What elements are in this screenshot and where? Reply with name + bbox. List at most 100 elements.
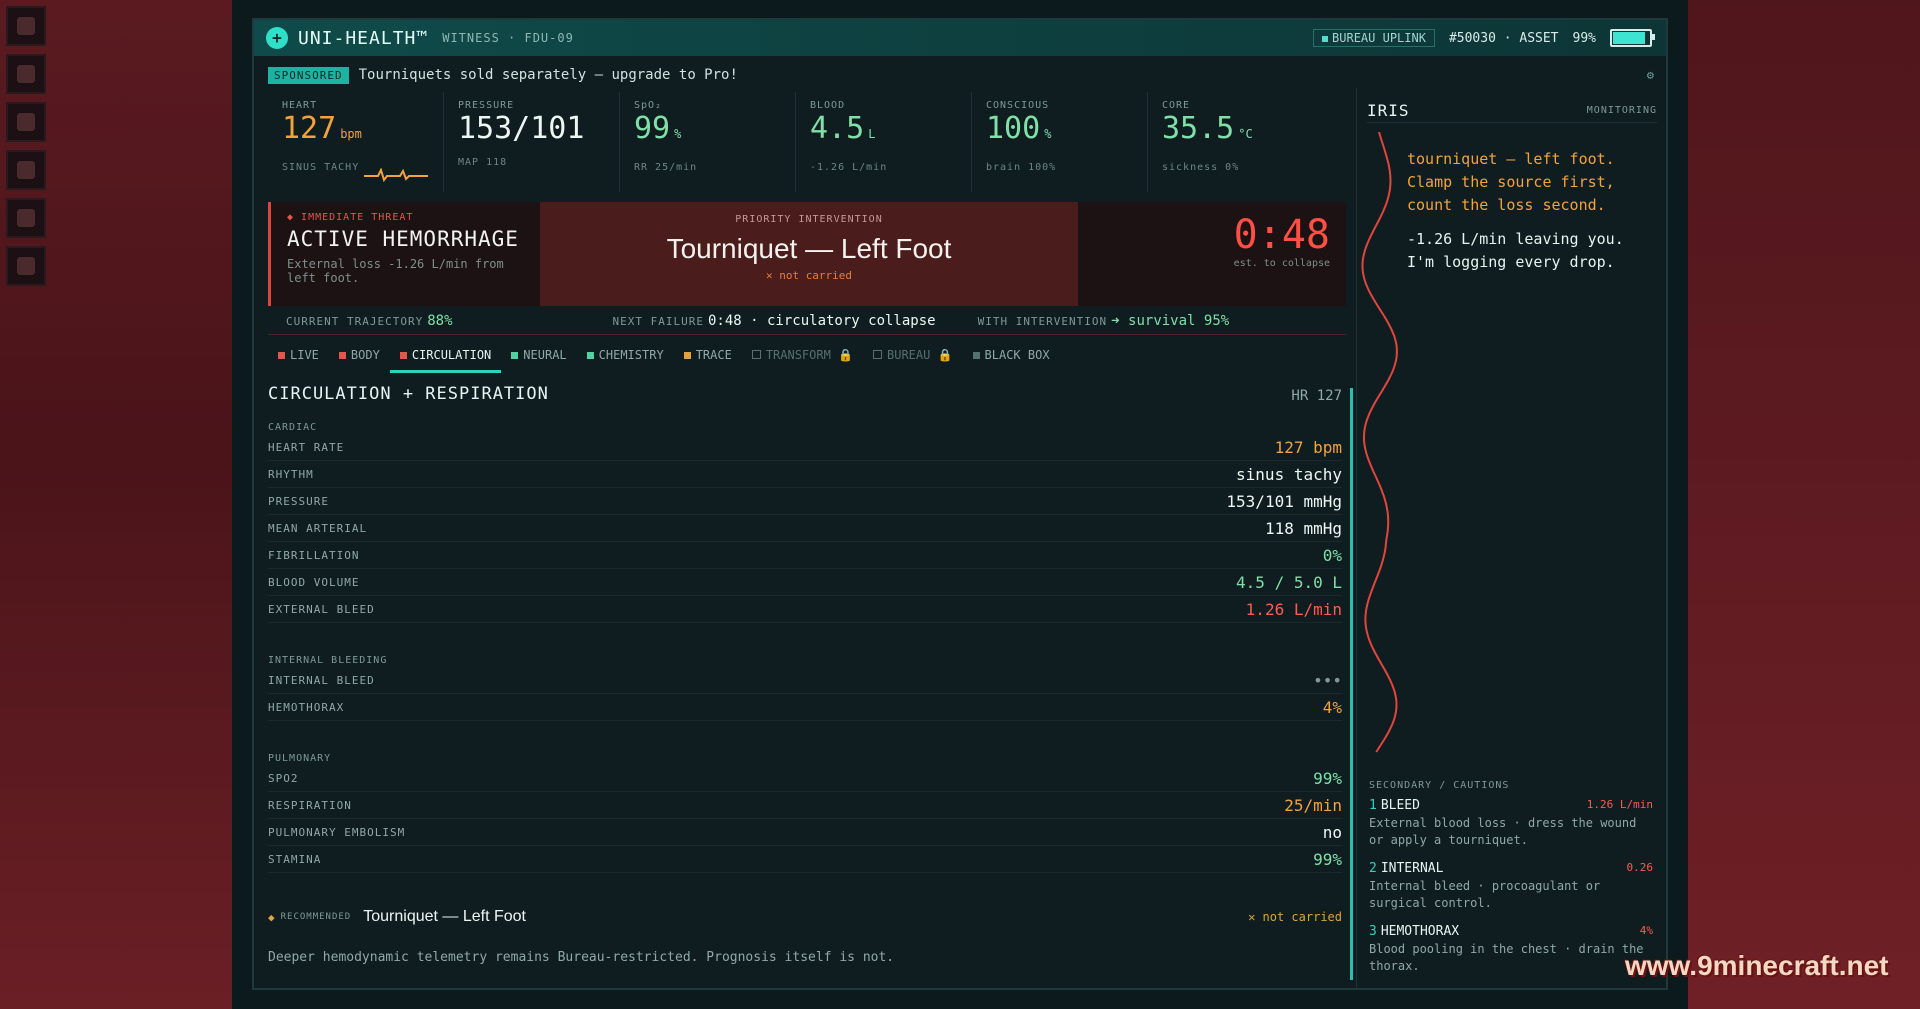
- hotbar-slot[interactable]: [6, 198, 46, 238]
- caution-item[interactable]: 3 HEMOTHORAX 4% Blood pooling in the chest …: [1369, 924, 1653, 975]
- tab-status-icon: [683, 352, 691, 359]
- recommended-status: ✕ not carried: [1248, 910, 1342, 924]
- panel-scrollbar[interactable]: [1350, 388, 1353, 980]
- current-trajectory: CURRENT TRAJECTORY 88%: [286, 313, 453, 329]
- vital-core[interactable]: CORE 35.5 °C sickness 0%: [1148, 92, 1324, 192]
- sponsored-tag: SPONSORED: [268, 66, 349, 84]
- tab-chemistry[interactable]: CHEMISTRY: [577, 344, 674, 370]
- metric-row: STAMINA 99%: [268, 846, 1342, 873]
- tab-live[interactable]: LIVE: [268, 344, 329, 370]
- diamond-icon: ◆: [268, 910, 275, 924]
- metric-value: 99%: [1313, 849, 1342, 869]
- circulation-panel: CIRCULATION + RESPIRATION HR 127 CARDIAC…: [268, 376, 1342, 976]
- threat-panel: IMMEDIATE THREAT ACTIVE HEMORRHAGE Exter…: [268, 202, 1346, 306]
- iris-message: -1.26 L/min leaving you. I'm logging eve…: [1407, 230, 1624, 271]
- metric-label: RHYTHM: [268, 467, 314, 481]
- restriction-note: Deeper hemodynamic telemetry remains Bur…: [268, 950, 895, 965]
- tab-body[interactable]: BODY: [329, 344, 390, 370]
- caution-item[interactable]: 2 INTERNAL 0.26 Internal bleed · procoagula…: [1369, 861, 1653, 912]
- tab-bureau[interactable]: BUREAU 🔒: [863, 344, 963, 370]
- waveform-line: [1361, 132, 1398, 753]
- ecg-trace-icon: [364, 168, 428, 182]
- metric-label: PULMONARY EMBOLISM: [268, 825, 406, 839]
- caution-description: External blood loss · dress the wound or…: [1369, 816, 1637, 847]
- metric-value: 4.5 / 5.0 L: [1236, 572, 1342, 592]
- caution-title: BLEED: [1380, 798, 1420, 813]
- metric-label: HEART RATE: [268, 440, 345, 454]
- tab-label: CIRCULATION: [411, 348, 492, 362]
- metric-value: 0%: [1322, 545, 1342, 565]
- metric-value: 25/min: [1284, 795, 1342, 815]
- vital-sub: brain 100%: [986, 162, 1057, 173]
- caution-value: 1.26 L/min: [1586, 798, 1653, 811]
- tab-bar: LIVE BODY CIRCULATION NEURAL CHEMISTRY TRACE T…: [268, 344, 1346, 373]
- threat-title: ACTIVE HEMORRHAGE: [287, 227, 519, 251]
- tab-trace[interactable]: TRACE: [674, 344, 742, 370]
- tab-status-icon: [972, 352, 980, 359]
- metric-value: 4%: [1322, 697, 1342, 717]
- health-cross-icon: +: [266, 27, 288, 49]
- metric-value: no: [1322, 822, 1342, 842]
- asset-id: #50030 · ASSET: [1448, 30, 1559, 46]
- recommended-action[interactable]: ◆ RECOMMENDED Tourniquet — Left Foot ✕ n…: [268, 904, 1342, 930]
- tab-label: TRACE: [695, 348, 732, 362]
- countdown-caption: est. to collapse: [1233, 258, 1330, 269]
- bureau-uplink-badge[interactable]: BUREAU UPLINK: [1313, 29, 1435, 47]
- vital-conscious[interactable]: CONSCIOUS 100% brain 100%: [972, 92, 1148, 192]
- vital-value: 99%: [634, 111, 682, 146]
- metric-row: EXTERNAL BLEED 1.26 L/min: [268, 596, 1342, 623]
- vital-value: 127 bpm: [282, 111, 362, 146]
- caution-title: HEMOTHORAX: [1380, 924, 1460, 939]
- metric-label: EXTERNAL BLEED: [268, 602, 375, 616]
- vital-label: CORE: [1162, 100, 1191, 111]
- hotbar-slot[interactable]: [6, 246, 46, 286]
- metric-label: HEMOTHORAX: [268, 700, 345, 714]
- metric-row: INTERNAL BLEED •••: [268, 667, 1342, 694]
- battery-percent: 99%: [1572, 30, 1596, 46]
- hotbar-slot[interactable]: [6, 54, 46, 94]
- section-heading: PULMONARY: [268, 753, 332, 764]
- caution-item[interactable]: 1 BLEED 1.26 L/min External blood loss · dr…: [1369, 798, 1653, 849]
- vital-blood[interactable]: BLOOD 4.5 L -1.26 L/min: [796, 92, 972, 192]
- metric-label: INTERNAL BLEED: [268, 673, 375, 687]
- metric-row: HEMOTHORAX 4%: [268, 694, 1342, 721]
- hotbar-slot[interactable]: [6, 150, 46, 190]
- vital-label: PRESSURE: [458, 100, 515, 111]
- caution-number: 2: [1369, 861, 1377, 876]
- hotbar-slot[interactable]: [6, 102, 46, 142]
- collapse-countdown: 0:48: [1233, 212, 1330, 258]
- tab-transform[interactable]: TRANSFORM 🔒: [742, 344, 863, 370]
- tab-label: NEURAL: [523, 348, 567, 362]
- caution-value: 0.26: [1626, 861, 1654, 874]
- metric-label: RESPIRATION: [268, 798, 352, 812]
- tab-neural[interactable]: NEURAL: [501, 344, 576, 370]
- vitals-strip: HEART 127 bpm SINUS TACHY PRESSURE 153/10…: [268, 92, 1346, 192]
- tab-label: TRANSFORM 🔒: [765, 348, 853, 362]
- recommended-title: Tourniquet — Left Foot: [363, 908, 526, 925]
- vital-value: 100%: [986, 111, 1052, 146]
- caution-description: Internal bleed · procoagulant or surgica…: [1369, 879, 1601, 910]
- health-tablet: + UNI-HEALTH™ WITNESS · FDU-09 BUREAU UP…: [252, 18, 1668, 990]
- secondary-label: SECONDARY / CAUTIONS: [1369, 780, 1510, 791]
- tab-status-icon: [751, 350, 761, 359]
- vital-sub: RR 25/min: [634, 162, 698, 173]
- sponsored-banner[interactable]: SPONSORED Tourniquets sold separately — …: [268, 64, 1654, 86]
- iris-panel: IRIS MONITORING tourniquet — left foot. …: [1356, 88, 1667, 988]
- metric-row: SPO2 99%: [268, 765, 1342, 792]
- game-background-left: [0, 0, 232, 1009]
- vital-label: HEART: [282, 100, 318, 111]
- tab-circulation[interactable]: CIRCULATION: [389, 344, 502, 373]
- tab-status-icon: [278, 352, 285, 359]
- tab-black-box[interactable]: BLACK BOX: [963, 344, 1060, 370]
- metric-value: 127 bpm: [1274, 437, 1342, 457]
- settings-icon[interactable]: ⚙: [1647, 68, 1654, 82]
- tab-status-icon: [399, 352, 407, 359]
- vital-heart[interactable]: HEART 127 bpm SINUS TACHY: [268, 92, 444, 192]
- vital-sub: sickness 0%: [1162, 162, 1240, 173]
- hotbar-slot[interactable]: [6, 6, 46, 46]
- priority-intervention[interactable]: PRIORITY INTERVENTION Tourniquet — Left …: [540, 202, 1078, 306]
- vital-spo2[interactable]: SpO₂ 99% RR 25/min: [620, 92, 796, 192]
- not-carried-status: ✕ not carried: [765, 269, 853, 282]
- metric-value: •••: [1313, 670, 1342, 690]
- vital-pressure[interactable]: PRESSURE 153/101 MAP 118: [444, 92, 620, 192]
